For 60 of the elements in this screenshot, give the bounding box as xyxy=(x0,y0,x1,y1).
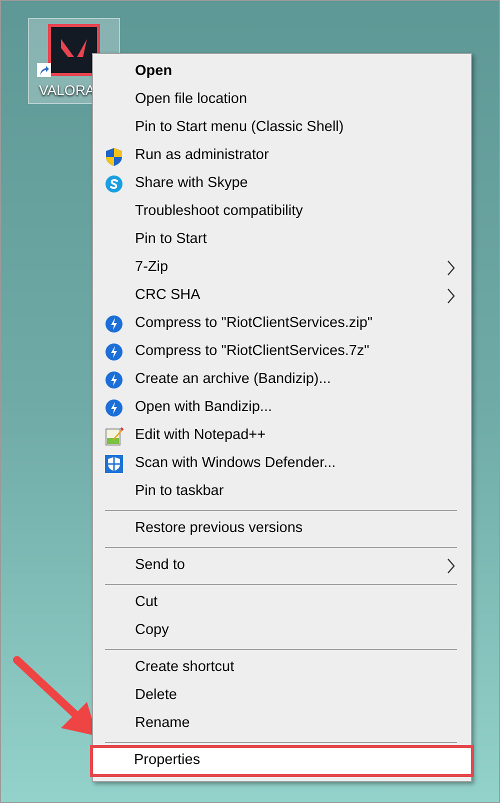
lightning-icon xyxy=(105,399,123,417)
menu-item[interactable]: Pin to taskbar xyxy=(93,478,471,506)
menu-item[interactable]: Edit with Notepad++ xyxy=(93,422,471,450)
menu-item[interactable]: Properties xyxy=(92,747,472,775)
menu-item[interactable]: Open with Bandizip... xyxy=(93,394,471,422)
menu-item[interactable]: Create shortcut xyxy=(93,654,471,682)
menu-item[interactable]: 7-Zip xyxy=(93,254,471,282)
menu-label: Cut xyxy=(135,593,158,612)
notepad-icon xyxy=(105,427,124,446)
menu-label: 7-Zip xyxy=(135,258,168,278)
menu-label: Pin to Start menu (Classic Shell) xyxy=(135,118,344,138)
menu-label: Edit with Notepad++ xyxy=(135,426,266,446)
menu-item[interactable]: Compress to "RiotClientServices.zip" xyxy=(93,310,471,338)
menu-label: Compress to "RiotClientServices.7z" xyxy=(135,342,370,362)
menu-label: Restore previous versions xyxy=(135,519,303,538)
menu-label: Delete xyxy=(135,686,177,706)
menu-item[interactable]: Cut xyxy=(93,589,471,617)
menu-label: Properties xyxy=(134,751,200,770)
menu-label: Pin to Start xyxy=(135,230,207,250)
menu-label: Create shortcut xyxy=(135,658,234,678)
menu-label: Create an archive (Bandizip)... xyxy=(135,370,331,390)
menu-item[interactable]: Pin to Start xyxy=(93,226,471,254)
shortcut-arrow-icon xyxy=(37,63,51,77)
shield-icon xyxy=(105,147,123,167)
app-logo-icon xyxy=(47,23,101,77)
shortcut-label: VALORA xyxy=(38,81,95,100)
menu-label: Scan with Windows Defender... xyxy=(135,454,336,474)
chevron-right-icon xyxy=(447,260,455,276)
menu-item[interactable]: Compress to "RiotClientServices.7z" xyxy=(93,338,471,366)
menu-label: Send to xyxy=(135,556,185,576)
menu-label: Rename xyxy=(135,714,190,734)
menu-item[interactable]: Rename xyxy=(93,710,471,738)
menu-label: Open file location xyxy=(135,90,248,110)
menu-item[interactable]: Troubleshoot compatibility xyxy=(93,198,471,226)
chevron-right-icon xyxy=(447,288,455,304)
menu-item[interactable]: Copy xyxy=(93,617,471,645)
defender-icon xyxy=(105,455,123,473)
chevron-right-icon xyxy=(447,558,455,574)
menu-item[interactable]: Run as administrator xyxy=(93,142,471,170)
skype-icon xyxy=(105,175,123,193)
lightning-icon xyxy=(105,371,123,389)
lightning-icon xyxy=(105,343,123,361)
menu-item[interactable]: Delete xyxy=(93,682,471,710)
menu-item[interactable]: Share with Skype xyxy=(93,170,471,198)
menu-item[interactable]: Scan with Windows Defender... xyxy=(93,450,471,478)
menu-item[interactable]: CRC SHA xyxy=(93,282,471,310)
menu-label: Run as administrator xyxy=(135,146,269,166)
menu-item[interactable]: Create an archive (Bandizip)... xyxy=(93,366,471,394)
menu-label: Share with Skype xyxy=(135,174,248,194)
menu-item[interactable]: Send to xyxy=(93,552,471,580)
menu-label: Troubleshoot compatibility xyxy=(135,202,303,222)
menu-item[interactable]: Restore previous versions xyxy=(93,515,471,543)
menu-label: Open with Bandizip... xyxy=(135,398,272,418)
menu-label: Compress to "RiotClientServices.zip" xyxy=(135,314,373,334)
lightning-icon xyxy=(105,315,123,333)
menu-label: Pin to taskbar xyxy=(135,482,224,502)
menu-label: Open xyxy=(135,62,172,82)
menu-label: Copy xyxy=(135,621,169,640)
menu-item[interactable]: Pin to Start menu (Classic Shell) xyxy=(93,114,471,142)
menu-label: CRC SHA xyxy=(135,286,200,306)
